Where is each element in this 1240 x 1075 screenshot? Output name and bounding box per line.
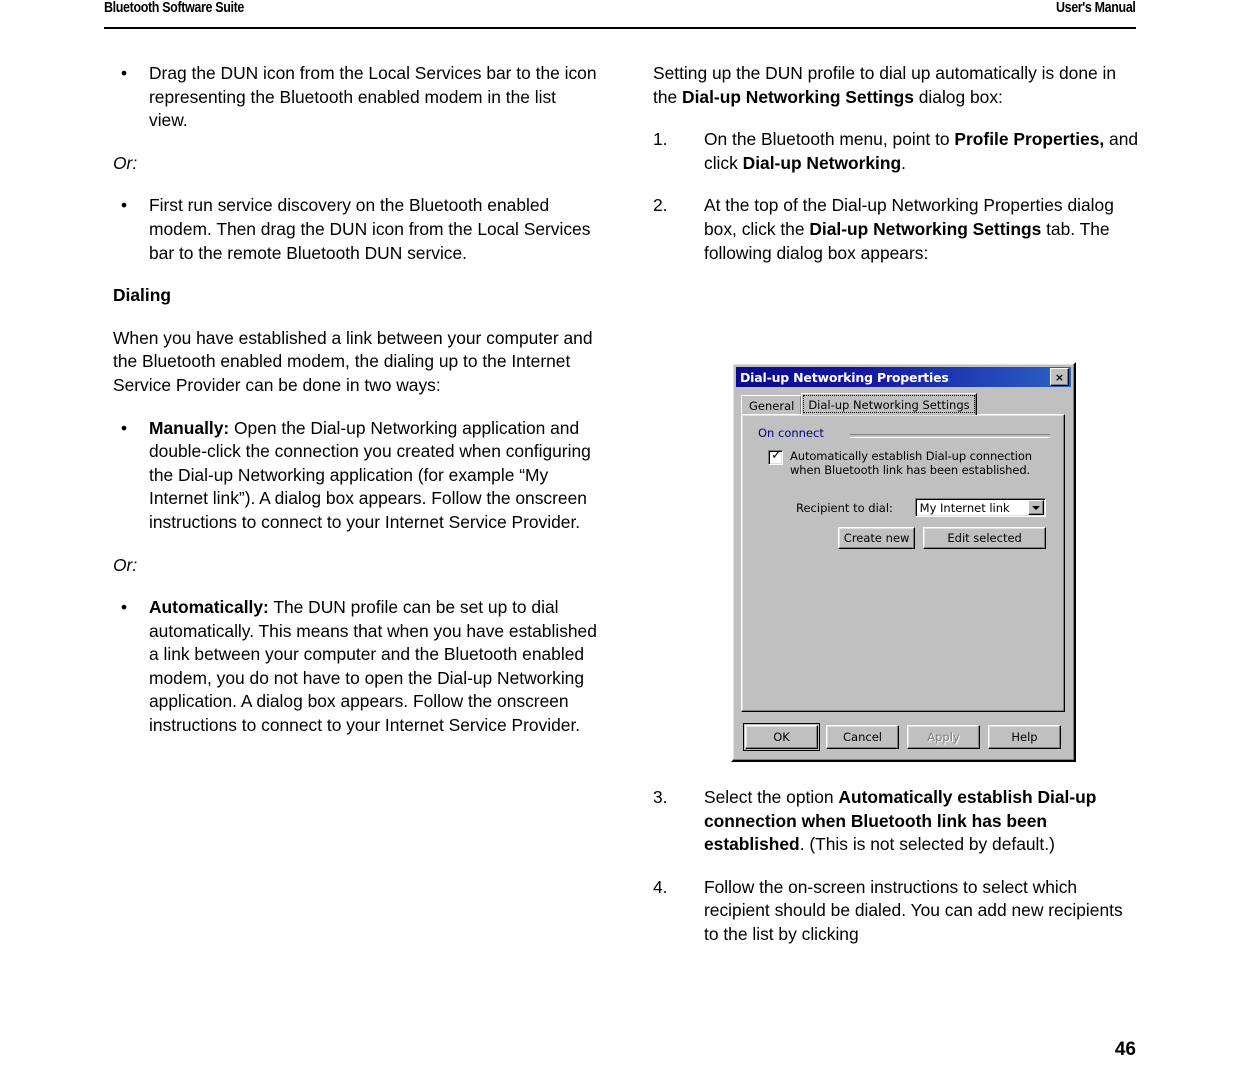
list-item-lead: Manually: [149,417,230,438]
step1-emphasis-2: Dial-up Networking [742,152,902,173]
recipient-to-dial-value: My Internet link [919,500,1010,515]
step-number: 2. [653,195,668,216]
paragraph-dialing-intro: When you have established a link between… [113,327,593,395]
numbered-step-2: 2. At the top of the Dial-up Networking … [653,194,1139,265]
recipient-to-dial-combobox[interactable]: My Internet link [914,498,1046,517]
groupbox-on-connect: On connect ✓ Automatically establish Dia… [754,426,1052,549]
paragraph-settings-intro: Setting up the DUN profile to dial up au… [653,62,1139,109]
list-item-lead: Automatically: [149,597,269,618]
section-heading-dialing: Dialing [113,285,171,306]
dialog-title: Dial-up Networking Properties [740,369,949,385]
step1-part-e: . [901,152,906,173]
numbered-step-1: 1. On the Bluetooth menu, point to Profi… [653,128,1139,175]
step3-part-a: Select the option [704,787,839,807]
recipient-action-buttons: Create new Edit selected [768,527,1046,549]
step-number: 3. [653,787,668,807]
step-text: At the top of the Dial-up Networking Pro… [704,195,1114,262]
bullet-dot-icon: • [121,63,128,83]
step1-emphasis-1: Profile Properties, [954,129,1105,150]
intro-part-c: dialog box: [913,86,1003,107]
left-column: • Drag the DUN icon from the Local Servi… [113,62,599,757]
checkbox-auto-establish[interactable]: ✓ [768,448,783,465]
list-item: • Manually: Open the Dial-up Networking … [113,417,599,535]
list-item-text: Drag the DUN icon from the Local Service… [149,63,597,131]
step-number: 1. [653,129,668,150]
bullet-dot-icon: • [121,597,128,618]
list-item-text: Automatically: The DUN profile can be se… [149,597,597,735]
step-text: Select the option Automatically establis… [704,787,1096,854]
bullet-dot-icon: • [121,195,128,216]
header-divider-rule [104,27,1136,29]
header-document-title: Bluetooth Software Suite [104,0,245,16]
edit-selected-button[interactable]: Edit selected [923,527,1046,549]
step1-part-a: On the Bluetooth menu, point to [704,129,955,150]
checkmark-icon: ✓ [771,448,782,463]
or-separator-2: Or: [113,554,138,575]
chevron-down-icon[interactable] [1028,500,1044,515]
apply-button: Apply [907,725,980,749]
ok-button[interactable]: OK [743,723,820,751]
header-manual-label: User's Manual [1056,0,1136,16]
checkbox-auto-establish-label: Automatically establish Dial-up connecti… [790,449,1032,477]
close-icon[interactable]: × [1050,368,1069,386]
step-text: On the Bluetooth menu, point to Profile … [704,129,1138,173]
groupbox-rule [850,434,1050,438]
dial-up-networking-properties-dialog: Dial-up Networking Properties × General … [731,362,1076,762]
tab-dial-up-networking-settings[interactable]: Dial-up Networking Settings [801,393,977,415]
list-item: • Drag the DUN icon from the Local Servi… [113,62,599,133]
intro-emphasis: Dial-up Networking Settings [682,86,914,107]
list-item-body: The DUN profile can be set up to dial au… [149,597,597,736]
step-number: 4. [653,876,668,897]
list-item: • First run service discovery on the Blu… [113,194,599,265]
tab-general[interactable]: General [741,395,803,415]
step2-emphasis: Dial-up Networking Settings [809,218,1042,239]
page-number: 46 [1114,1039,1136,1060]
numbered-step-3: 3. Select the option Automatically estab… [653,786,1139,857]
bullet-dot-icon: • [121,417,128,438]
help-button[interactable]: Help [988,725,1061,749]
numbered-step-4: 4. Follow the on-screen instructions to … [653,876,1139,947]
dialog-button-row: OK Cancel Apply Help [741,723,1065,751]
groupbox-label: On connect [758,426,828,440]
recipient-row: Recipient to dial: My Internet link [768,497,1046,518]
dialog-tabstrip: General Dial-up Networking Settings [741,393,1066,415]
checkbox-auto-establish-row[interactable]: ✓ Automatically establish Dial-up connec… [768,449,1046,477]
page-header: Bluetooth Software Suite User's Manual [104,0,1136,28]
create-new-button[interactable]: Create new [838,527,916,549]
or-separator-1: Or: [113,152,138,173]
list-item-text: First run service discovery on the Bluet… [149,195,591,263]
step3-part-c: . (This is not selected by default.) [799,834,1055,855]
list-item-text: Manually: Open the Dial-up Networking ap… [149,418,591,532]
cancel-button[interactable]: Cancel [826,725,899,749]
right-column-continued: 3. Select the option Automatically estab… [653,786,1139,966]
right-column: Setting up the DUN profile to dial up au… [653,62,1139,284]
recipient-to-dial-label: Recipient to dial: [796,500,893,515]
dialog-screenshot-figure: Dial-up Networking Properties × General … [731,362,1076,762]
list-item: • Automatically: The DUN profile can be … [113,596,599,738]
step-text: Follow the on-screen instructions to sel… [704,876,1123,944]
dialog-tab-panel: On connect ✓ Automatically establish Dia… [741,414,1065,712]
dialog-titlebar: Dial-up Networking Properties × [736,367,1071,387]
